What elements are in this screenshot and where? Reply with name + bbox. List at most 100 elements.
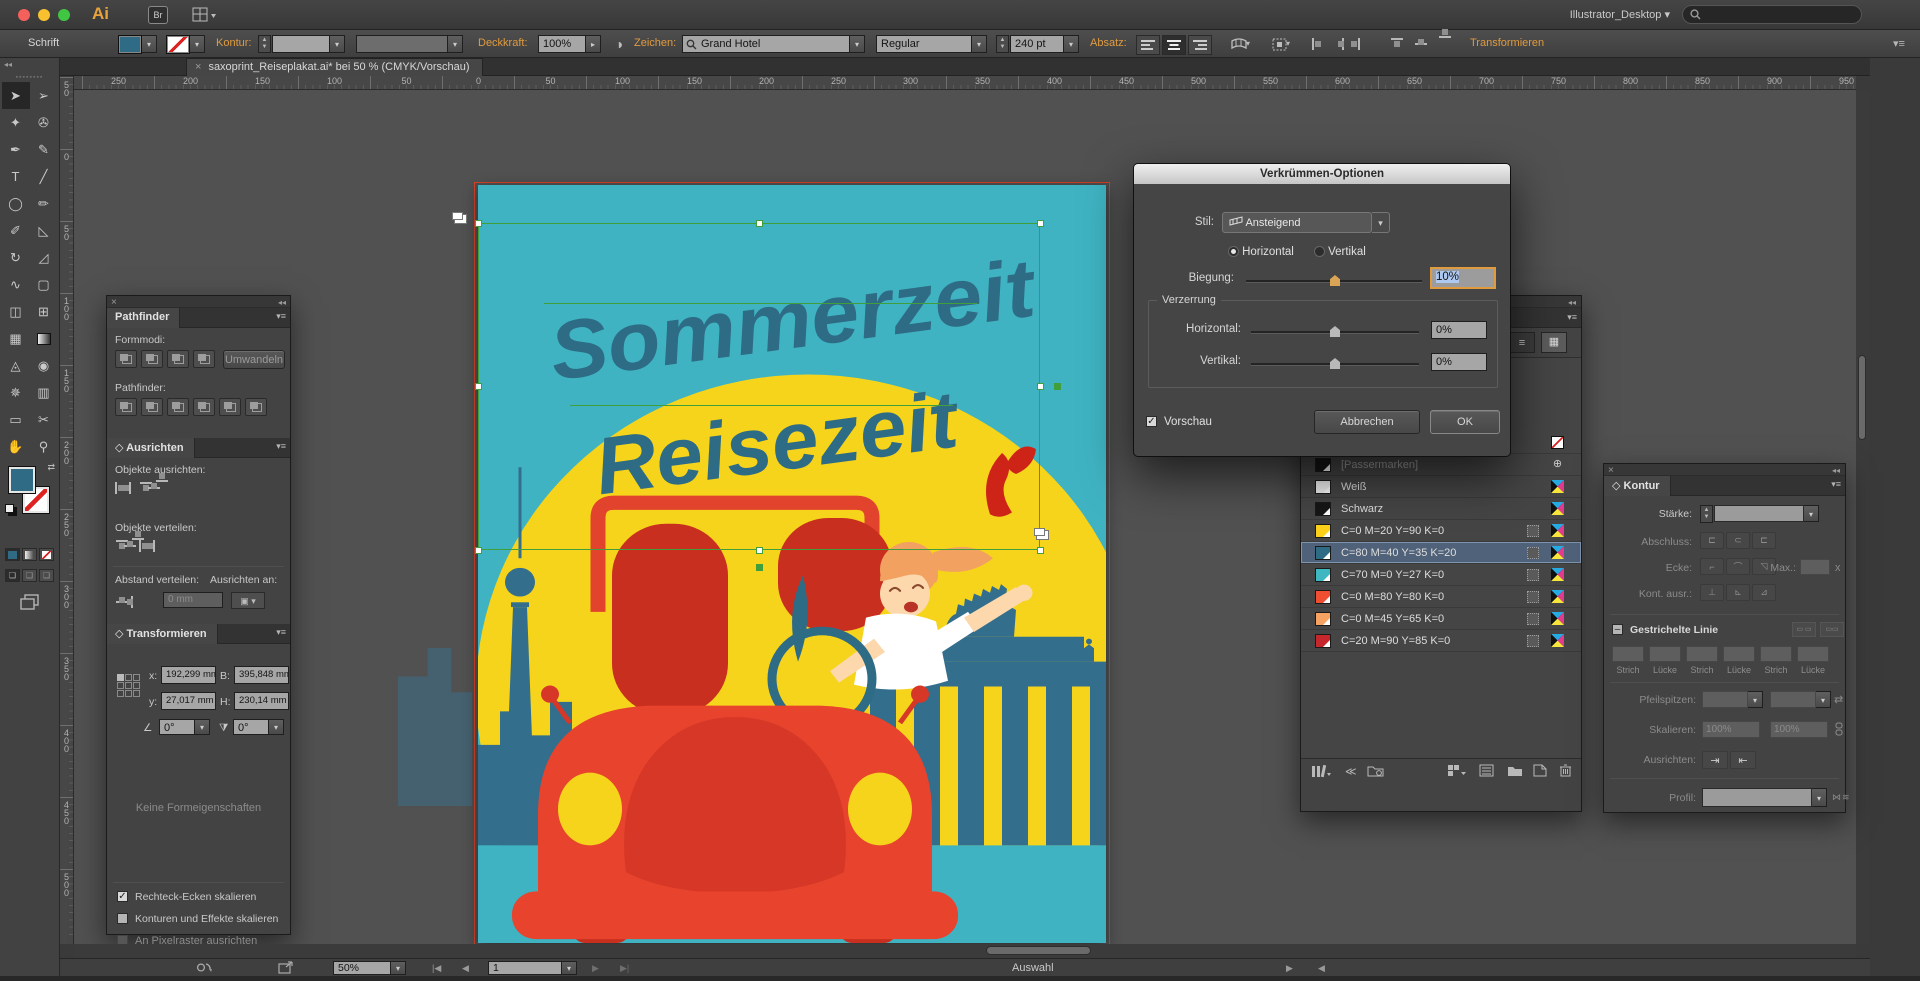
swatch-row[interactable]: C=0 M=80 Y=80 K=0 ⊕: [1301, 586, 1581, 608]
paint-gradient-button[interactable]: [22, 548, 37, 561]
pen-tool[interactable]: ✒: [2, 136, 30, 163]
sync-settings-icon[interactable]: [195, 961, 213, 977]
list-view-button[interactable]: ≡: [1509, 332, 1535, 353]
font-size-stepper[interactable]: ▲▼: [996, 35, 1009, 53]
swap-arrowheads-icon[interactable]: ⇄: [1834, 693, 1843, 706]
lasso-tool[interactable]: ✇: [30, 109, 58, 136]
selection-handle-ne[interactable]: [1037, 220, 1044, 227]
font-size-dropdown-icon[interactable]: ▾: [1064, 35, 1079, 53]
canvas[interactable]: Sommerzeit Reisezeit: [74, 90, 1856, 944]
tab-ausrichten[interactable]: ◇ Ausrichten: [107, 438, 195, 458]
slice-tool[interactable]: ✂: [30, 406, 58, 433]
swatch-options-icon[interactable]: [1527, 591, 1539, 603]
opacity-mask-icon[interactable]: ◑: [608, 34, 630, 54]
scale-strokes-checkbox[interactable]: [117, 913, 128, 924]
dash-field[interactable]: [1612, 646, 1644, 662]
symbol-sprayer-tool[interactable]: ✵: [2, 379, 30, 406]
x-field[interactable]: 192,299 mm: [161, 666, 216, 684]
pencil-tool[interactable]: ✐: [2, 217, 30, 244]
align-text-center-button[interactable]: [1162, 35, 1186, 55]
show-swatch-kinds-icon[interactable]: ≪: [1345, 765, 1357, 778]
swatch-options-icon[interactable]: [1527, 525, 1539, 537]
exclude-button[interactable]: [193, 350, 215, 368]
projecting-cap-button[interactable]: ⊏: [1752, 532, 1776, 549]
stroke-close-icon[interactable]: ×: [1608, 465, 1614, 476]
swatch-row[interactable]: C=0 M=20 Y=90 K=0 ⊕: [1301, 520, 1581, 542]
share-icon[interactable]: [278, 961, 294, 977]
selection-handle-sw[interactable]: [475, 547, 482, 554]
verzerrung-h-thumb[interactable]: [1330, 326, 1340, 337]
artboard-number-field[interactable]: 1: [488, 961, 562, 975]
close-document-icon[interactable]: ×: [195, 61, 201, 73]
first-artboard-icon[interactable]: |◀: [432, 963, 441, 974]
gap-field[interactable]: [1723, 646, 1755, 662]
swatch-options-icon[interactable]: [1527, 569, 1539, 581]
tab-pathfinder[interactable]: Pathfinder: [107, 308, 180, 328]
miter-limit-field[interactable]: [1800, 559, 1830, 575]
font-family-field[interactable]: Grand Hotel: [682, 35, 850, 53]
font-size-field[interactable]: 240 pt: [1010, 35, 1064, 53]
horizontal-scrollbar[interactable]: [74, 944, 1856, 958]
draw-normal-button[interactable]: ❏: [5, 569, 20, 582]
rotate-field[interactable]: 0°: [159, 719, 195, 735]
stroke-weight-field[interactable]: [272, 35, 330, 53]
swap-fill-stroke-icon[interactable]: ⇄: [47, 462, 55, 473]
blend-tool[interactable]: ◉: [30, 352, 58, 379]
document-tab[interactable]: ×saxoprint_Reiseplakat.ai* bei 50 % (CMY…: [186, 58, 483, 76]
biegung-slider-thumb[interactable]: [1330, 275, 1340, 286]
align-to-selector[interactable]: ▣ ▾: [231, 592, 265, 609]
screen-mode-icon[interactable]: [0, 594, 59, 613]
minimize-window-button[interactable]: [38, 9, 50, 21]
tools-collapse-icon[interactable]: ◂◂: [0, 58, 59, 72]
tools-grip[interactable]: ▪▪▪▪▪▪▪▪: [0, 72, 59, 82]
minus-front-button[interactable]: [141, 350, 163, 368]
eyedropper-tool[interactable]: ◬: [2, 352, 30, 379]
arrange-documents-icon[interactable]: [192, 6, 222, 24]
zoom-tool[interactable]: ⚲: [30, 433, 58, 460]
radio-vertikal[interactable]: Vertikal: [1314, 246, 1366, 258]
minus-back-button[interactable]: [245, 398, 267, 416]
swatch-options-icon[interactable]: [1527, 635, 1539, 647]
ellipse-tool[interactable]: ◯: [2, 190, 30, 217]
tab-kontur[interactable]: ◇ Kontur: [1604, 476, 1671, 496]
swatch-row[interactable]: C=0 M=45 Y=65 K=0 ⊕: [1301, 608, 1581, 630]
selection-tool[interactable]: ➤: [2, 82, 30, 109]
default-fill-stroke-icon[interactable]: [5, 504, 14, 513]
swatches-collapse-icon[interactable]: ◂◂: [1568, 298, 1576, 307]
verzerrung-v-field[interactable]: 0%: [1431, 353, 1487, 371]
align-stroke-inside-button[interactable]: ⊾: [1726, 584, 1750, 601]
arrowhead-end-field[interactable]: [1770, 691, 1816, 708]
new-swatch-icon[interactable]: [1533, 764, 1547, 780]
umwandeln-button[interactable]: Umwandeln: [223, 350, 285, 369]
arrow-end-button[interactable]: ⇤: [1730, 751, 1756, 769]
control-bar-menu-icon[interactable]: ▾≡: [1893, 37, 1905, 50]
delete-swatch-icon[interactable]: [1559, 764, 1572, 780]
reference-point-grid[interactable]: [117, 674, 143, 700]
intersect-button[interactable]: [167, 350, 189, 368]
guide-handle-left[interactable]: [452, 212, 463, 220]
swatch-row[interactable]: C=20 M=90 Y=85 K=0 ⊕: [1301, 630, 1581, 652]
link-swatch-icon[interactable]: [1367, 764, 1385, 780]
butt-cap-button[interactable]: ⊏: [1700, 532, 1724, 549]
staerke-field[interactable]: [1714, 505, 1804, 522]
font-family-dropdown-icon[interactable]: ▾: [850, 35, 865, 53]
selection-handle-s[interactable]: [756, 547, 763, 554]
magic-wand-tool[interactable]: ✦: [2, 109, 30, 136]
stroke-weight-dropdown-icon[interactable]: ▾: [330, 35, 345, 53]
arrowhead-start-field[interactable]: [1702, 691, 1748, 708]
dash-field[interactable]: [1686, 646, 1718, 662]
miter-join-button[interactable]: ⌐: [1700, 558, 1724, 575]
opacity-dropdown-icon[interactable]: ▸: [586, 35, 601, 53]
dialog-title[interactable]: Verkrümmen-Optionen: [1134, 164, 1510, 184]
swatch-row[interactable]: [Passermarken] ⊕: [1301, 454, 1581, 476]
paragraph-label[interactable]: Absatz:: [1090, 37, 1127, 49]
stil-dropdown-icon[interactable]: ▾: [1372, 212, 1390, 233]
paintbrush-tool[interactable]: ✏: [30, 190, 58, 217]
rotate-tool[interactable]: ↻: [2, 244, 30, 271]
biegung-slider[interactable]: [1246, 280, 1422, 283]
unite-button[interactable]: [115, 350, 137, 368]
font-style-dropdown-icon[interactable]: ▾: [972, 35, 987, 53]
swatches-menu-icon[interactable]: ▾≡: [1567, 312, 1577, 323]
character-label[interactable]: Zeichen:: [634, 37, 676, 49]
transform-link[interactable]: Transformieren: [1470, 37, 1544, 49]
